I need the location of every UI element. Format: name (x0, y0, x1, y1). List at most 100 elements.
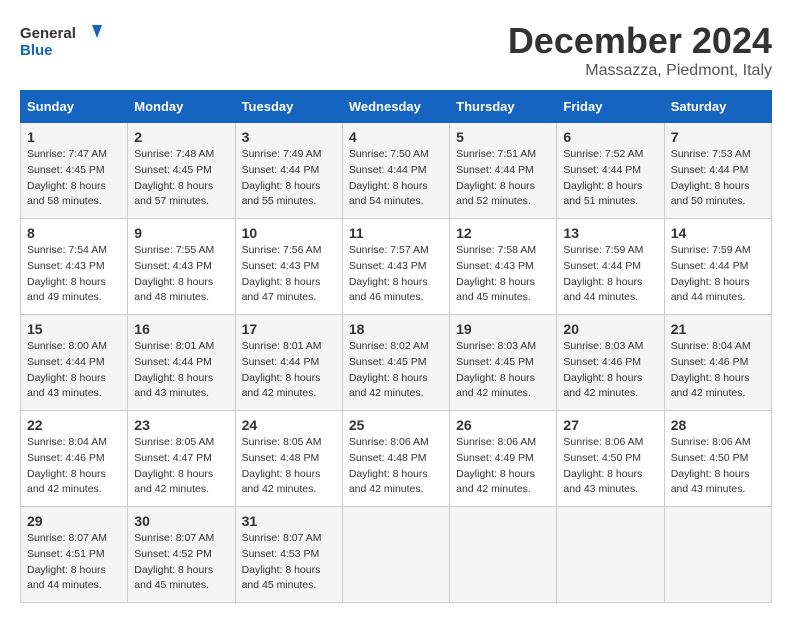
calendar-cell: 1Sunrise: 7:47 AMSunset: 4:45 PMDaylight… (21, 123, 128, 219)
calendar-cell: 13Sunrise: 7:59 AMSunset: 4:44 PMDayligh… (557, 219, 664, 315)
calendar-cell: 14 Sunrise: 7:59 AMSunset: 4:44 PMDayligh… (664, 219, 771, 315)
calendar-cell: 11Sunrise: 7:57 AMSunset: 4:43 PMDayligh… (342, 219, 449, 315)
day-number: 14 (671, 225, 765, 241)
day-number: 24 (242, 417, 336, 433)
day-number: 13 (563, 225, 657, 241)
logo-svg: General Blue (20, 20, 110, 65)
day-number: 8 (27, 225, 121, 241)
calendar-cell (342, 507, 449, 603)
calendar-cell: 18 Sunrise: 8:02 AMSunset: 4:45 PMDayligh… (342, 315, 449, 411)
day-number: 21 (671, 321, 765, 337)
weekday-header-saturday: Saturday (664, 91, 771, 123)
calendar-cell: 30 Sunrise: 8:07 AMSunset: 4:52 PMDayligh… (128, 507, 235, 603)
calendar-cell: 12 Sunrise: 7:58 AMSunset: 4:43 PMDayligh… (450, 219, 557, 315)
day-detail: Sunrise: 8:01 AMSunset: 4:44 PMDaylight:… (134, 339, 228, 402)
day-detail: Sunrise: 8:02 AMSunset: 4:45 PMDaylight:… (349, 339, 443, 402)
day-number: 6 (563, 129, 657, 145)
day-detail: Sunrise: 8:06 AMSunset: 4:50 PMDaylight:… (563, 435, 657, 498)
day-detail: Sunrise: 8:07 AMSunset: 4:51 PMDaylight:… (27, 531, 121, 594)
calendar-cell: 5Sunrise: 7:51 AMSunset: 4:44 PMDaylight… (450, 123, 557, 219)
day-detail: Sunrise: 7:59 AMSunset: 4:44 PMDaylight:… (671, 243, 765, 306)
weekday-header-row: SundayMondayTuesdayWednesdayThursdayFrid… (21, 91, 772, 123)
calendar-cell: 10 Sunrise: 7:56 AMSunset: 4:43 PMDayligh… (235, 219, 342, 315)
day-detail: Sunrise: 7:55 AMSunset: 4:43 PMDaylight:… (134, 243, 228, 306)
day-detail: Sunrise: 7:50 AMSunset: 4:44 PMDaylight:… (349, 147, 443, 210)
day-detail: Sunrise: 8:03 AMSunset: 4:46 PMDaylight:… (563, 339, 657, 402)
day-detail: Sunrise: 8:04 AMSunset: 4:46 PMDaylight:… (27, 435, 121, 498)
day-number: 31 (242, 513, 336, 529)
logo: General Blue (20, 20, 110, 65)
day-detail: Sunrise: 8:05 AMSunset: 4:48 PMDaylight:… (242, 435, 336, 498)
calendar-week-row: 29 Sunrise: 8:07 AMSunset: 4:51 PMDayligh… (21, 507, 772, 603)
calendar-cell: 27 Sunrise: 8:06 AMSunset: 4:50 PMDayligh… (557, 411, 664, 507)
weekday-header-tuesday: Tuesday (235, 91, 342, 123)
day-detail: Sunrise: 7:54 AMSunset: 4:43 PMDaylight:… (27, 243, 121, 306)
calendar-cell: 17Sunrise: 8:01 AMSunset: 4:44 PMDayligh… (235, 315, 342, 411)
calendar-cell: 15 Sunrise: 8:00 AMSunset: 4:44 PMDayligh… (21, 315, 128, 411)
day-number: 22 (27, 417, 121, 433)
weekday-header-sunday: Sunday (21, 91, 128, 123)
calendar-cell: 25Sunrise: 8:06 AMSunset: 4:48 PMDayligh… (342, 411, 449, 507)
day-number: 26 (456, 417, 550, 433)
day-number: 10 (242, 225, 336, 241)
calendar-cell: 24 Sunrise: 8:05 AMSunset: 4:48 PMDayligh… (235, 411, 342, 507)
day-number: 7 (671, 129, 765, 145)
calendar-cell (450, 507, 557, 603)
day-number: 20 (563, 321, 657, 337)
page-header: General Blue December 2024 Massazza, Pie… (20, 20, 772, 80)
calendar-week-row: 1Sunrise: 7:47 AMSunset: 4:45 PMDaylight… (21, 123, 772, 219)
day-detail: Sunrise: 7:47 AMSunset: 4:45 PMDaylight:… (27, 147, 121, 210)
day-detail: Sunrise: 8:03 AMSunset: 4:45 PMDaylight:… (456, 339, 550, 402)
calendar-cell: 3Sunrise: 7:49 AMSunset: 4:44 PMDaylight… (235, 123, 342, 219)
calendar-cell: 21 Sunrise: 8:04 AMSunset: 4:46 PMDayligh… (664, 315, 771, 411)
calendar-cell: 6 Sunrise: 7:52 AMSunset: 4:44 PMDaylight… (557, 123, 664, 219)
day-number: 17 (242, 321, 336, 337)
day-detail: Sunrise: 8:04 AMSunset: 4:46 PMDaylight:… (671, 339, 765, 402)
month-title: December 2024 (508, 20, 772, 62)
calendar-cell: 22 Sunrise: 8:04 AMSunset: 4:46 PMDayligh… (21, 411, 128, 507)
weekday-header-monday: Monday (128, 91, 235, 123)
calendar-cell: 28 Sunrise: 8:06 AMSunset: 4:50 PMDayligh… (664, 411, 771, 507)
day-detail: Sunrise: 8:06 AMSunset: 4:48 PMDaylight:… (349, 435, 443, 498)
calendar-cell: 31Sunrise: 8:07 AMSunset: 4:53 PMDayligh… (235, 507, 342, 603)
day-number: 27 (563, 417, 657, 433)
day-detail: Sunrise: 8:07 AMSunset: 4:52 PMDaylight:… (134, 531, 228, 594)
calendar-cell: 16Sunrise: 8:01 AMSunset: 4:44 PMDayligh… (128, 315, 235, 411)
calendar-cell: 26 Sunrise: 8:06 AMSunset: 4:49 PMDayligh… (450, 411, 557, 507)
day-number: 2 (134, 129, 228, 145)
calendar-cell: 23Sunrise: 8:05 AMSunset: 4:47 PMDayligh… (128, 411, 235, 507)
calendar-cell (664, 507, 771, 603)
day-detail: Sunrise: 7:56 AMSunset: 4:43 PMDaylight:… (242, 243, 336, 306)
day-detail: Sunrise: 7:52 AMSunset: 4:44 PMDaylight:… (563, 147, 657, 210)
calendar-cell: 4 Sunrise: 7:50 AMSunset: 4:44 PMDaylight… (342, 123, 449, 219)
day-number: 9 (134, 225, 228, 241)
day-detail: Sunrise: 8:00 AMSunset: 4:44 PMDaylight:… (27, 339, 121, 402)
day-number: 19 (456, 321, 550, 337)
day-number: 23 (134, 417, 228, 433)
day-number: 18 (349, 321, 443, 337)
calendar-cell: 7 Sunrise: 7:53 AMSunset: 4:44 PMDaylight… (664, 123, 771, 219)
day-number: 15 (27, 321, 121, 337)
calendar-week-row: 22 Sunrise: 8:04 AMSunset: 4:46 PMDayligh… (21, 411, 772, 507)
day-number: 28 (671, 417, 765, 433)
calendar-cell: 9 Sunrise: 7:55 AMSunset: 4:43 PMDaylight… (128, 219, 235, 315)
day-detail: Sunrise: 7:58 AMSunset: 4:43 PMDaylight:… (456, 243, 550, 306)
day-number: 11 (349, 225, 443, 241)
day-detail: Sunrise: 7:51 AMSunset: 4:44 PMDaylight:… (456, 147, 550, 210)
day-detail: Sunrise: 8:06 AMSunset: 4:49 PMDaylight:… (456, 435, 550, 498)
calendar-week-row: 8 Sunrise: 7:54 AMSunset: 4:43 PMDaylight… (21, 219, 772, 315)
calendar-week-row: 15 Sunrise: 8:00 AMSunset: 4:44 PMDayligh… (21, 315, 772, 411)
day-number: 29 (27, 513, 121, 529)
day-detail: Sunrise: 8:06 AMSunset: 4:50 PMDaylight:… (671, 435, 765, 498)
day-number: 30 (134, 513, 228, 529)
calendar-table: SundayMondayTuesdayWednesdayThursdayFrid… (20, 90, 772, 603)
day-number: 12 (456, 225, 550, 241)
calendar-cell: 20 Sunrise: 8:03 AMSunset: 4:46 PMDayligh… (557, 315, 664, 411)
day-number: 3 (242, 129, 336, 145)
calendar-cell: 29 Sunrise: 8:07 AMSunset: 4:51 PMDayligh… (21, 507, 128, 603)
calendar-cell: 2Sunrise: 7:48 AMSunset: 4:45 PMDaylight… (128, 123, 235, 219)
day-detail: Sunrise: 7:53 AMSunset: 4:44 PMDaylight:… (671, 147, 765, 210)
day-number: 4 (349, 129, 443, 145)
title-block: December 2024 Massazza, Piedmont, Italy (508, 20, 772, 80)
calendar-cell: 8 Sunrise: 7:54 AMSunset: 4:43 PMDaylight… (21, 219, 128, 315)
